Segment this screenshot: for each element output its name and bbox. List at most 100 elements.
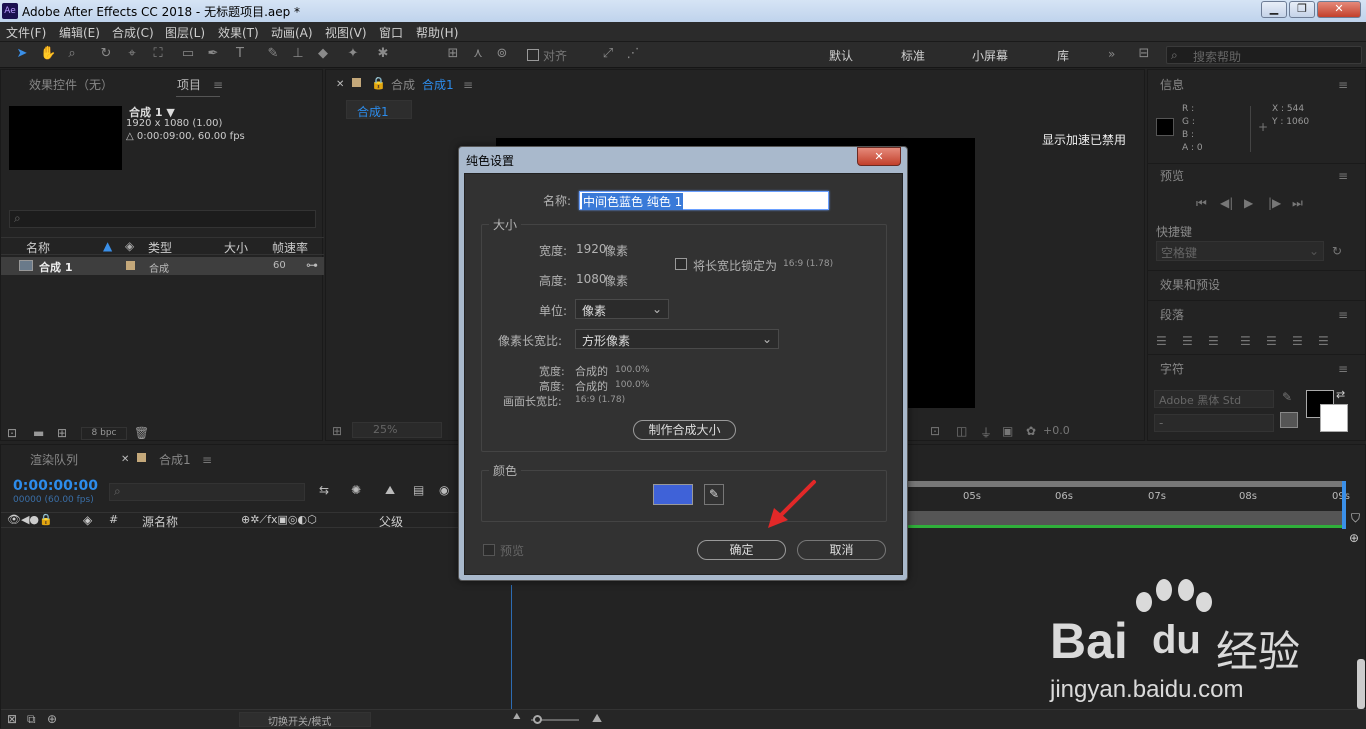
tab-effect-controls[interactable]: 效果控件（无） — [29, 76, 113, 93]
panel-menu-icon[interactable]: ≡ — [1338, 78, 1348, 92]
column-name[interactable]: 名称 — [26, 239, 50, 256]
maximize-button[interactable]: ❐ — [1289, 1, 1315, 18]
column-source-name[interactable]: 源名称 — [142, 513, 178, 530]
workspace-default[interactable]: 默认 — [829, 47, 853, 64]
rectangle-tool-icon[interactable]: ▭ — [180, 46, 196, 62]
comp-button-icon[interactable]: ⊕ — [1349, 531, 1359, 545]
sort-ascending-icon[interactable]: ▲ — [103, 239, 112, 253]
first-frame-icon[interactable]: ⏮ — [1196, 196, 1207, 211]
zoom-in-icon[interactable]: ⛰ — [592, 711, 602, 726]
column-fps[interactable]: 帧速率 — [272, 239, 308, 256]
exposure-value[interactable]: +0.0 — [1043, 424, 1070, 437]
selection-tool-icon[interactable]: ➤ — [14, 46, 30, 62]
menu-composition[interactable]: 合成(C) — [112, 24, 154, 41]
preview-panel-title[interactable]: 预览 — [1160, 167, 1184, 184]
panel-menu-icon[interactable]: ≡ — [1338, 362, 1348, 376]
comp-flowchart-icon[interactable]: ⇆ — [319, 483, 329, 497]
view-axis-icon[interactable]: ⊚ — [494, 46, 510, 62]
in-out-toggle-icon[interactable]: ⊕ — [47, 712, 57, 726]
toggle-switches-modes-button[interactable]: 切换开关/模式 — [239, 712, 371, 728]
lock-aspect-checkbox[interactable] — [675, 258, 687, 270]
world-axis-icon[interactable]: ⋏ — [470, 46, 486, 62]
pen-tool-icon[interactable]: ✒ — [205, 46, 221, 62]
type-tool-icon[interactable]: T — [232, 46, 248, 62]
label-color-swatch[interactable] — [126, 261, 135, 270]
local-axis-icon[interactable]: ⊞ — [445, 46, 461, 62]
project-search-input[interactable]: ⌕ — [9, 210, 316, 228]
tab-project[interactable]: 项目 — [177, 76, 201, 93]
work-area-bar[interactable] — [903, 481, 1345, 487]
column-parent[interactable]: 父级 — [379, 513, 403, 530]
stroke-color-swatch[interactable] — [1320, 404, 1348, 432]
column-type[interactable]: 类型 — [148, 239, 172, 256]
workspace-libraries[interactable]: 库 — [1057, 47, 1069, 64]
stroke-swatch[interactable] — [1280, 412, 1298, 428]
zoom-select[interactable]: 25% — [352, 422, 442, 438]
camera-tool-icon[interactable]: ⌖ — [124, 46, 140, 62]
roto-brush-tool-icon[interactable]: ✦ — [345, 46, 361, 62]
effects-presets-title[interactable]: 效果和预设 — [1160, 276, 1220, 293]
motion-blur-icon[interactable]: ◉ — [439, 483, 449, 497]
menu-help[interactable]: 帮助(H) — [416, 24, 458, 41]
last-frame-icon[interactable]: ⏭ — [1292, 196, 1303, 211]
menu-file[interactable]: 文件(F) — [6, 24, 46, 41]
show-channel-icon[interactable]: ⏚ — [980, 424, 992, 441]
height-value[interactable]: 1080 — [576, 272, 607, 286]
clone-stamp-tool-icon[interactable]: ⊥ — [290, 46, 306, 62]
minimize-button[interactable]: ▁ — [1261, 1, 1287, 18]
panel-menu-icon[interactable]: ≡ — [1338, 308, 1348, 322]
tab-comp-timeline[interactable]: 合成1 — [159, 451, 191, 468]
align-checkbox[interactable] — [527, 49, 539, 61]
align-right-icon[interactable]: ☰ — [1208, 334, 1219, 348]
always-preview-icon[interactable]: ⊞ — [332, 424, 342, 438]
zoom-tool-icon[interactable]: ⌕ — [64, 46, 80, 62]
justify-left-icon[interactable]: ☰ — [1240, 334, 1251, 348]
vertical-scrollbar[interactable] — [1357, 659, 1365, 709]
new-composition-icon[interactable]: ⊞ — [57, 426, 67, 440]
eraser-tool-icon[interactable]: ◆ — [315, 46, 331, 62]
panel-menu-icon[interactable]: ≡ — [1338, 169, 1348, 183]
font-style-select[interactable]: - — [1154, 414, 1274, 432]
3d-view-icon[interactable]: ⊡ — [930, 424, 940, 438]
exposure-reset-icon[interactable]: ✿ — [1026, 424, 1036, 438]
panel-menu-icon[interactable]: ≡ — [213, 78, 223, 92]
timeline-search-input[interactable]: ⌕ — [109, 483, 305, 501]
zoom-out-icon[interactable]: ⛰ — [513, 712, 521, 722]
name-input[interactable]: 中间色蓝色 纯色 1 — [579, 191, 829, 210]
zoom-slider-handle[interactable] — [533, 715, 542, 724]
column-size[interactable]: 大小 — [224, 239, 248, 256]
snap-icon[interactable]: ⤢ — [600, 46, 616, 62]
close-tab-icon[interactable]: ✕ — [121, 454, 129, 465]
close-dialog-button[interactable]: ✕ — [857, 147, 901, 166]
justify-center-icon[interactable]: ☰ — [1266, 334, 1277, 348]
menu-animation[interactable]: 动画(A) — [271, 24, 313, 41]
play-icon[interactable]: ▶ — [1244, 196, 1253, 210]
cancel-button[interactable]: 取消 — [797, 540, 886, 560]
more-workspaces-button[interactable]: » — [1108, 47, 1115, 61]
panel-menu-icon[interactable]: ≡ — [463, 78, 473, 92]
eyedropper-icon[interactable]: ✎ — [704, 484, 724, 505]
hand-tool-icon[interactable]: ✋ — [40, 46, 56, 62]
make-comp-size-button[interactable]: 制作合成大小 — [633, 420, 736, 440]
align-left-icon[interactable]: ☰ — [1156, 334, 1167, 348]
lock-icon[interactable]: 🔒 — [371, 76, 386, 90]
table-row[interactable]: 合成 1 合成 60 ⊶ — [1, 257, 324, 275]
workspace-standard[interactable]: 标准 — [901, 47, 925, 64]
pixel-aspect-select[interactable]: 方形像素 ⌄ — [575, 329, 779, 349]
transfer-controls-icon[interactable]: ⧉ — [27, 712, 36, 727]
comp-subtab[interactable]: 合成1 — [346, 100, 412, 119]
rotate-tool-icon[interactable]: ↻ — [98, 46, 114, 62]
timecode[interactable]: 0:00:00:00 — [13, 478, 98, 494]
swap-colors-icon[interactable]: ⇄ — [1336, 388, 1345, 401]
justify-right-icon[interactable]: ☰ — [1292, 334, 1303, 348]
unit-select[interactable]: 像素 ⌄ — [575, 299, 669, 319]
close-tab-icon[interactable]: ✕ — [336, 79, 344, 90]
frame-blending-icon[interactable]: ▤ — [413, 483, 424, 497]
eyedropper-icon[interactable]: ✎ — [1282, 390, 1292, 404]
loop-icon[interactable]: ↻ — [1332, 244, 1342, 258]
hide-shy-layers-icon[interactable]: ⛰ — [385, 483, 395, 498]
draft-3d-icon[interactable]: ✺ — [351, 483, 361, 497]
character-panel-title[interactable]: 字符 — [1160, 360, 1184, 377]
brush-tool-icon[interactable]: ✎ — [265, 46, 281, 62]
pan-behind-tool-icon[interactable]: ⛶ — [150, 46, 166, 62]
